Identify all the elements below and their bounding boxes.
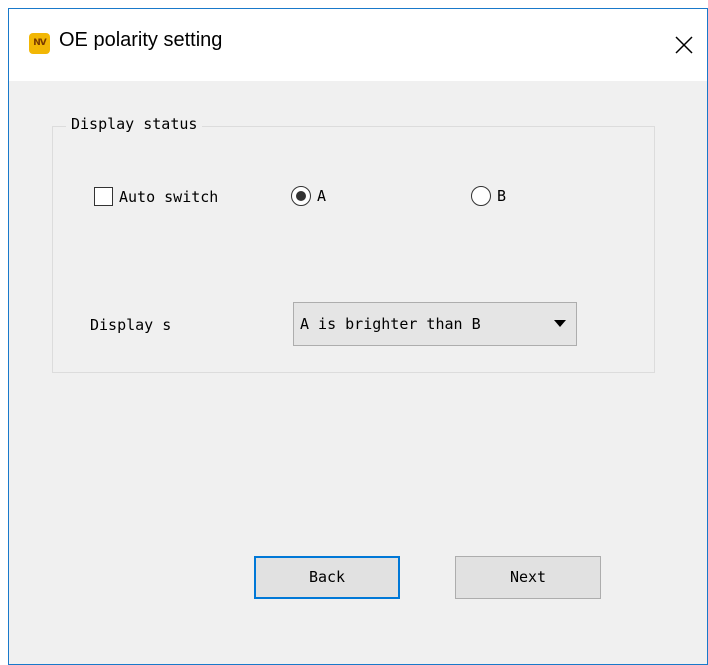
group-legend: Display status <box>66 115 203 133</box>
back-button[interactable]: Back <box>254 556 400 599</box>
close-button[interactable] <box>661 9 707 81</box>
dropdown-selected-value: A is brighter than B <box>300 315 481 333</box>
auto-switch-checkbox[interactable]: Auto switch <box>94 187 218 206</box>
radio-a-label: A <box>317 187 327 205</box>
dialog-window: NV OE polarity setting Display status Au… <box>8 8 708 665</box>
display-dropdown[interactable]: A is brighter than B <box>293 302 577 346</box>
radio-selected-dot <box>296 191 306 201</box>
radio-b-circle[interactable] <box>471 186 491 206</box>
next-button[interactable]: Next <box>455 556 601 599</box>
window-title: OE polarity setting <box>59 29 223 51</box>
display-setting-label: Display s <box>90 316 172 334</box>
chevron-down-icon[interactable] <box>554 320 566 327</box>
checkbox-box[interactable] <box>94 187 113 206</box>
display-status-group: Display status Auto switch A B Display s… <box>52 115 655 373</box>
radio-a-circle[interactable] <box>291 186 311 206</box>
radio-a[interactable]: A <box>291 186 326 206</box>
radio-b[interactable]: B <box>471 186 506 206</box>
close-icon <box>675 36 693 54</box>
auto-switch-label: Auto switch <box>119 187 219 206</box>
title-bar: NV OE polarity setting <box>9 9 707 81</box>
app-logo-icon: NV <box>29 33 50 54</box>
radio-b-label: B <box>497 187 507 205</box>
